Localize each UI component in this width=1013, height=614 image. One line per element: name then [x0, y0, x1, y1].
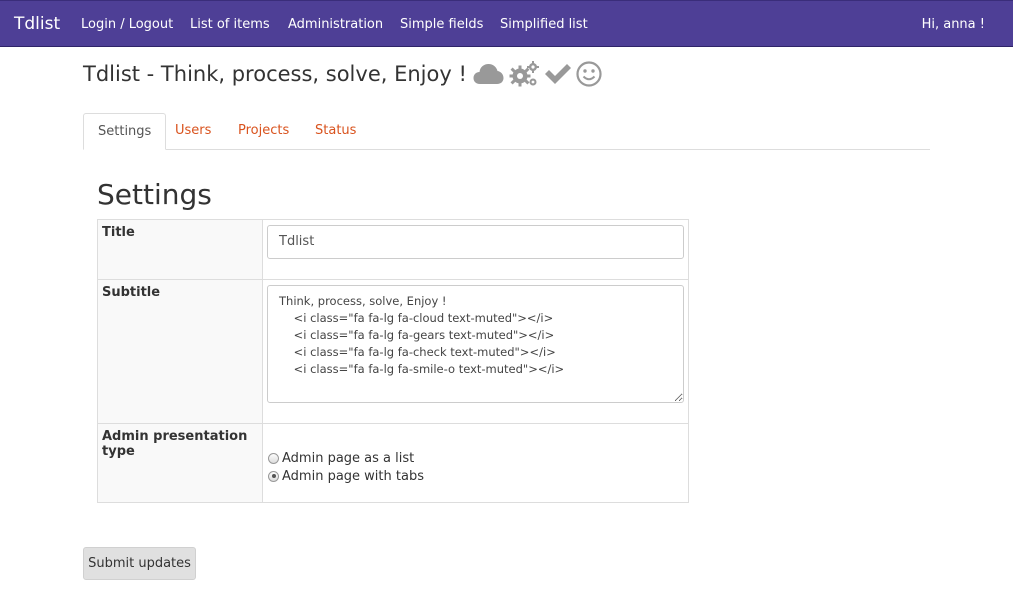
- settings-table: Title Tdlist Subtitle Think, process, so…: [97, 219, 689, 503]
- radio-option-list[interactable]: Admin page as a list: [268, 449, 684, 467]
- tab-status[interactable]: Status: [301, 113, 370, 150]
- title-input[interactable]: Tdlist: [267, 225, 684, 259]
- admin-presentation-label: Admin presentation type: [97, 423, 263, 503]
- subtitle-textarea[interactable]: Think, process, solve, Enjoy ! <i class=…: [267, 285, 684, 403]
- admin-presentation-radio-group: Admin page as a list Admin page with tab…: [267, 428, 684, 485]
- nav-administration[interactable]: Administration: [288, 17, 383, 32]
- top-navbar: Tdlist Login / Logout List of items Admi…: [0, 0, 1013, 47]
- radio-label: Admin page as a list: [282, 450, 415, 466]
- smile-icon: [576, 61, 602, 87]
- check-icon: [544, 63, 572, 85]
- nav-simplified-list[interactable]: Simplified list: [500, 17, 588, 32]
- title-label: Title: [97, 219, 263, 280]
- table-row: Subtitle Think, process, solve, Enjoy ! …: [97, 279, 689, 424]
- subtitle-field-cell: Think, process, solve, Enjoy ! <i class=…: [262, 279, 689, 424]
- admin-presentation-cell: Admin page as a list Admin page with tab…: [262, 423, 689, 503]
- radio-button[interactable]: [268, 470, 279, 482]
- nav-login-logout[interactable]: Login / Logout: [81, 17, 173, 32]
- page-title-text: Tdlist - Think, process, solve, Enjoy !: [83, 62, 467, 86]
- radio-option-tabs[interactable]: Admin page with tabs: [268, 467, 684, 485]
- admin-tabs: Settings Users Projects Status: [83, 113, 930, 150]
- tab-users[interactable]: Users: [161, 113, 225, 150]
- table-row: Admin presentation type Admin page as a …: [97, 423, 689, 503]
- nav-list-of-items[interactable]: List of items: [190, 17, 270, 32]
- tab-settings[interactable]: Settings: [83, 113, 167, 150]
- radio-label: Admin page with tabs: [282, 468, 424, 484]
- user-greeting[interactable]: Hi, anna !: [922, 17, 985, 32]
- tab-projects[interactable]: Projects: [224, 113, 303, 150]
- page-title: Tdlist - Think, process, solve, Enjoy !: [83, 60, 602, 88]
- settings-heading: Settings: [97, 178, 212, 211]
- brand-link[interactable]: Tdlist: [14, 14, 60, 34]
- gears-icon: [508, 60, 540, 88]
- submit-updates-button[interactable]: Submit updates: [83, 547, 196, 580]
- nav-simple-fields[interactable]: Simple fields: [400, 17, 483, 32]
- subtitle-label: Subtitle: [97, 279, 263, 424]
- title-field-cell: Tdlist: [262, 219, 689, 280]
- cloud-icon: [473, 63, 504, 85]
- title-icons: [473, 60, 602, 88]
- radio-button[interactable]: [268, 452, 279, 464]
- table-row: Title Tdlist: [97, 219, 689, 280]
